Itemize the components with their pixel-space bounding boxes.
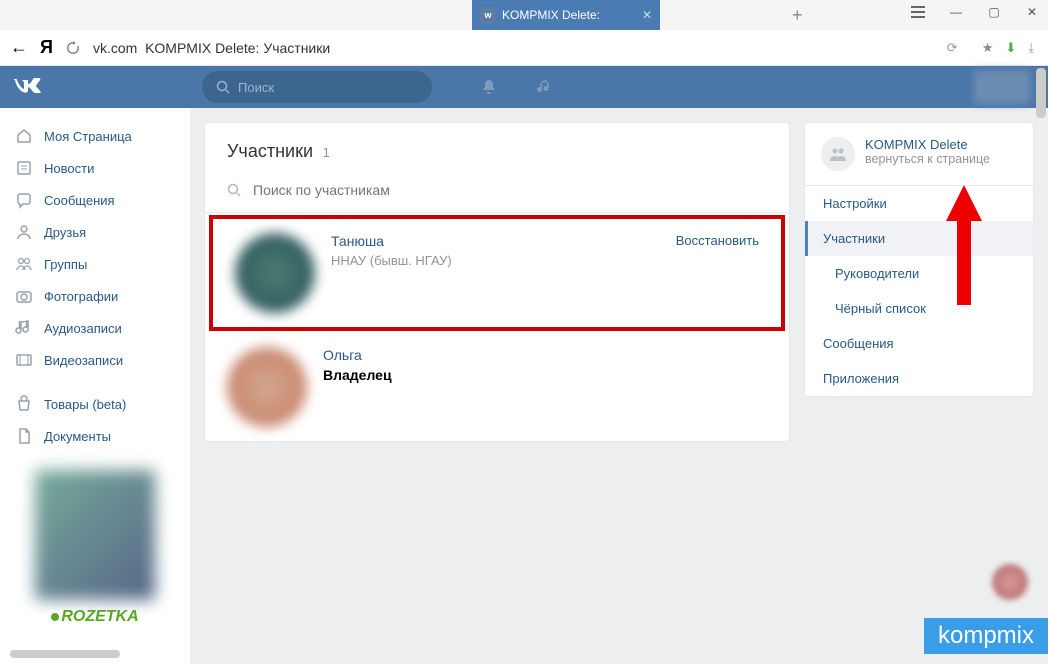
- documents-icon: [14, 426, 34, 446]
- audio-icon: [14, 318, 34, 338]
- ad-image: [35, 470, 155, 600]
- vk-search[interactable]: Поиск: [202, 71, 432, 103]
- apps-link[interactable]: Приложения: [805, 361, 1033, 396]
- nav-audio[interactable]: Аудиозаписи: [0, 312, 190, 344]
- member-subtitle: ННАУ (бывш. НГАУ): [331, 253, 676, 268]
- vk-header: Поиск: [0, 66, 1048, 108]
- vertical-scrollbar[interactable]: [1036, 68, 1046, 118]
- back-to-page-link[interactable]: вернуться к странице: [865, 152, 990, 166]
- groups-icon: [14, 254, 34, 274]
- close-window-button[interactable]: ✕: [1024, 4, 1040, 20]
- blacklist-link[interactable]: Чёрный список: [805, 291, 1033, 326]
- window-controls: — ▢ ✕: [910, 4, 1040, 20]
- browser-tab[interactable]: w KOMPMIX Delete: ✕: [472, 0, 660, 30]
- member-role: Владелец: [323, 367, 767, 383]
- left-nav: Моя Страница Новости Сообщения Друзья Гр…: [0, 108, 190, 664]
- reload-button[interactable]: [65, 40, 81, 56]
- panel-search[interactable]: [205, 176, 789, 213]
- avatar[interactable]: [235, 233, 315, 313]
- music-icon[interactable]: [536, 78, 554, 96]
- news-icon: [14, 158, 34, 178]
- right-panel: KOMPMIX Delete вернуться к странице Наст…: [804, 122, 1034, 397]
- new-tab-button[interactable]: +: [792, 5, 803, 26]
- member-row: Ольга Владелец: [205, 333, 789, 441]
- thumbnail: [992, 564, 1028, 600]
- bookmark-icon[interactable]: ★: [982, 40, 994, 56]
- notifications-icon[interactable]: [480, 78, 498, 96]
- members-panel: Участники 1 Танюша ННАУ (бывш. НГАУ) Вос…: [204, 122, 790, 442]
- nav-news[interactable]: Новости: [0, 152, 190, 184]
- panel-header: Участники 1: [205, 123, 789, 176]
- market-icon: [14, 394, 34, 414]
- profile-menu[interactable]: [974, 70, 1030, 104]
- content-area: Моя Страница Новости Сообщения Друзья Гр…: [0, 108, 1048, 664]
- panel-count: 1: [323, 145, 330, 160]
- tab-title: KOMPMIX Delete:: [502, 8, 600, 22]
- search-icon: [227, 183, 241, 197]
- members-link[interactable]: Участники: [805, 221, 1033, 256]
- members-search-input[interactable]: [253, 182, 767, 198]
- nav-my-page[interactable]: Моя Страница: [0, 120, 190, 152]
- ad-brand: ROZETKA: [12, 608, 178, 626]
- nav-friends[interactable]: Друзья: [0, 216, 190, 248]
- search-placeholder: Поиск: [238, 80, 274, 95]
- back-button[interactable]: ←: [10, 37, 28, 58]
- yandex-home-icon[interactable]: Я: [40, 37, 53, 58]
- managers-link[interactable]: Руководители: [805, 256, 1033, 291]
- sidebar-ad[interactable]: ROZETKA: [12, 470, 178, 626]
- nav-video[interactable]: Видеозаписи: [0, 344, 190, 376]
- url-field[interactable]: vk.com KOMPMIX Delete: Участники: [93, 40, 935, 56]
- settings-link[interactable]: Настройки: [805, 186, 1033, 221]
- nav-groups[interactable]: Группы: [0, 248, 190, 280]
- nav-photos[interactable]: Фотографии: [0, 280, 190, 312]
- vk-favicon: w: [480, 7, 496, 23]
- browser-tab-bar: w KOMPMIX Delete: ✕ + — ▢ ✕: [0, 0, 1048, 30]
- nav-documents[interactable]: Документы: [0, 420, 190, 452]
- panel-title: Участники: [227, 141, 313, 161]
- nav-messages[interactable]: Сообщения: [0, 184, 190, 216]
- horizontal-scrollbar[interactable]: [10, 650, 120, 658]
- member-name[interactable]: Ольга: [323, 347, 767, 363]
- group-avatar-icon: [821, 137, 855, 171]
- group-title: KOMPMIX Delete: [865, 137, 990, 152]
- address-bar: ← Я vk.com KOMPMIX Delete: Участники ⟳ ★…: [0, 30, 1048, 66]
- download-arrow-icon[interactable]: ⤓: [1028, 40, 1034, 56]
- minimize-button[interactable]: —: [948, 4, 964, 20]
- avatar[interactable]: [227, 347, 307, 427]
- restore-link[interactable]: Восстановить: [676, 233, 759, 248]
- close-tab-icon[interactable]: ✕: [642, 8, 652, 22]
- group-header[interactable]: KOMPMIX Delete вернуться к странице: [805, 123, 1033, 186]
- sync-icon[interactable]: ⟳: [947, 40, 958, 56]
- camera-icon: [14, 286, 34, 306]
- member-row: Танюша ННАУ (бывш. НГАУ) Восстановить: [209, 215, 785, 331]
- home-icon: [14, 126, 34, 146]
- member-name[interactable]: Танюша: [331, 233, 676, 249]
- friends-icon: [14, 222, 34, 242]
- maximize-button[interactable]: ▢: [986, 4, 1002, 20]
- nav-market[interactable]: Товары (beta): [0, 388, 190, 420]
- vk-logo-icon[interactable]: [14, 78, 42, 96]
- search-icon: [216, 80, 230, 94]
- messages-icon: [14, 190, 34, 210]
- downloads-icon[interactable]: ⬇: [1005, 40, 1016, 56]
- menu-button[interactable]: [910, 4, 926, 20]
- messages-link[interactable]: Сообщения: [805, 326, 1033, 361]
- video-icon: [14, 350, 34, 370]
- watermark: kompmix: [924, 618, 1048, 654]
